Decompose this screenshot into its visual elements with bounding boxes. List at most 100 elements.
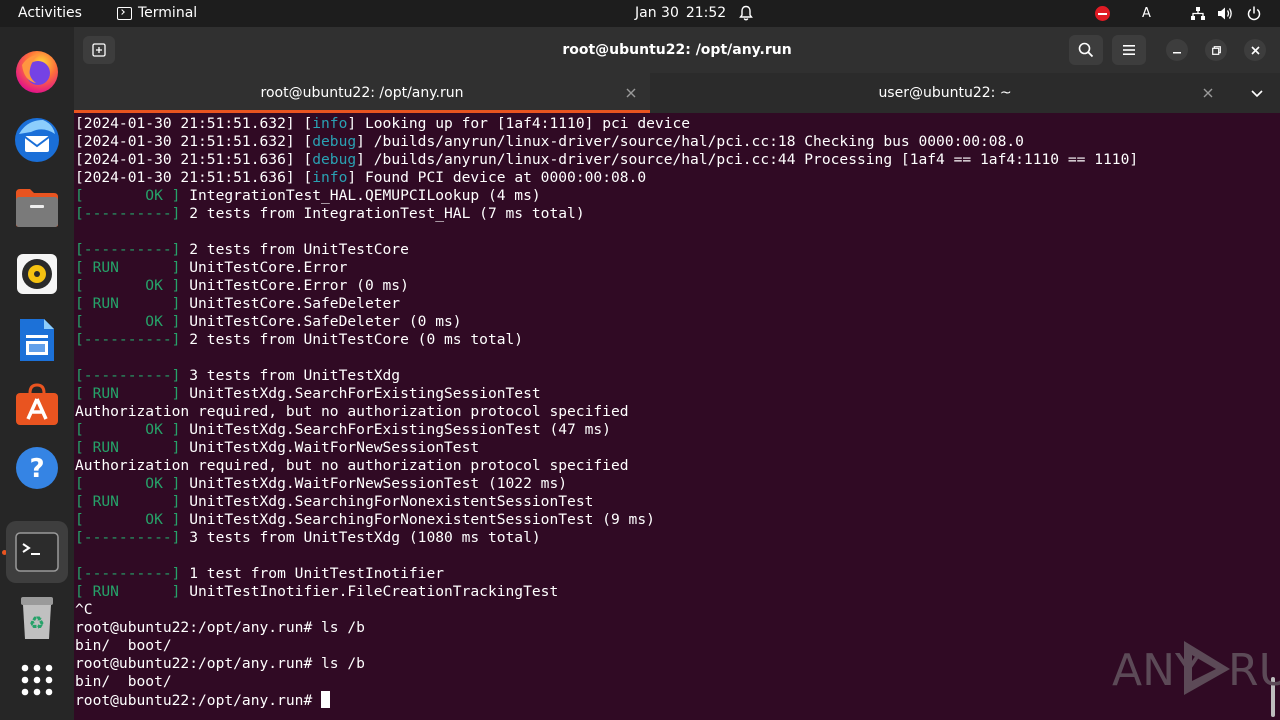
tab-root-terminal[interactable]: root@ubuntu22: /opt/any.run [74,73,650,113]
line-text: 1 test from UnitTestInotifier [180,565,445,582]
minimize-icon [1173,52,1181,54]
network-icon[interactable] [1190,5,1206,22]
search-button[interactable] [1069,35,1103,65]
search-icon [1078,42,1094,58]
test-status-tag: [----------] [75,241,181,258]
test-status-tag: [ RUN ] [75,295,181,312]
activities-button[interactable]: Activities [18,0,82,27]
dock-terminal[interactable] [6,521,68,583]
clock[interactable]: Jan 30 21:52 [635,0,726,27]
app-menu[interactable]: Terminal [117,0,197,27]
line-text: UnitTestXdg.WaitForNewSessionTest (1022 … [180,475,568,492]
test-status-tag: [ RUN ] [75,493,181,510]
terminal-output[interactable]: [2024-01-30 21:51:51.632] [info] Looking… [75,115,1265,720]
tab-user-terminal[interactable]: user@ubuntu22: ~ [650,73,1240,113]
dock-ubuntu-software[interactable] [6,373,68,435]
header-bar[interactable]: root@ubuntu22: /opt/any.run [74,27,1280,73]
firefox-icon [16,51,58,93]
anyrun-watermark: ANY RUN [1112,641,1280,696]
play-logo-icon [1184,641,1230,695]
test-status-tag: [ OK ] [75,511,181,528]
log-level: debug [312,151,357,168]
app-menu-label: Terminal [138,5,198,21]
terminal-line: root@ubuntu22:/opt/any.run# ls /b [75,655,1265,673]
svg-text:?: ? [29,454,44,484]
test-status-tag: [ RUN ] [75,385,181,402]
bell-icon[interactable] [738,5,754,21]
tab-label: user@ubuntu22: ~ [878,85,1012,101]
text-cursor [321,691,331,708]
dock-rhythmbox[interactable] [6,243,68,305]
dock-show-applications[interactable] [6,649,68,711]
dock-libreoffice-writer[interactable] [6,309,68,371]
menu-button[interactable] [1112,35,1146,65]
trash-icon: ♻ [21,597,53,639]
terminal-line: bin/ boot/ [75,673,1265,691]
terminal-line: [ RUN ] UnitTestCore.Error [75,259,1265,277]
line-text: 3 tests from UnitTestXdg [180,367,401,384]
terminal-line: [----------] 3 tests from UnitTestXdg (1… [75,529,1265,547]
tab-close-icon[interactable] [1201,86,1215,100]
terminal-app-icon [117,7,132,20]
chevron-down-icon[interactable] [1250,86,1264,100]
new-tab-button[interactable] [83,36,115,64]
volume-icon[interactable] [1217,5,1233,22]
dock-firefox[interactable] [6,41,68,103]
test-status-tag: [----------] [75,367,181,384]
log-level: info [312,169,348,186]
svg-text:♻: ♻ [29,613,45,634]
line-text: UnitTestCore.SafeDeleter [180,295,401,312]
new-tab-icon [92,43,106,57]
line-text: UnitTestInotifier.FileCreationTrackingTe… [180,583,559,600]
tab-close-icon[interactable] [624,86,638,100]
terminal-line: Authorization required, but no authoriza… [75,403,1265,421]
dock-thunderbird[interactable] [6,109,68,171]
terminal-line: [ RUN ] UnitTestXdg.WaitForNewSessionTes… [75,439,1265,457]
rhythmbox-icon [17,254,57,294]
terminal-line: root@ubuntu22:/opt/any.run# ls /b [75,619,1265,637]
test-status-tag: [ RUN ] [75,583,181,600]
log-timestamp: [2024-01-30 21:51:51.636] [ [75,151,313,168]
restore-icon [1211,45,1221,55]
dock-trash[interactable]: ♻ [6,587,68,649]
line-text: 2 tests from UnitTestCore [180,241,409,258]
test-status-tag: [ OK ] [75,187,181,204]
test-status-tag: [ OK ] [75,421,181,438]
log-level: info [312,115,348,132]
close-window-button[interactable] [1244,39,1266,61]
dock-help[interactable]: ? [6,437,68,499]
terminal-line: bin/ boot/ [75,637,1265,655]
top-bar: Activities Terminal Jan 30 21:52 A [0,0,1280,27]
line-text: UnitTestCore.SafeDeleter (0 ms) [180,313,462,330]
keyboard-layout-indicator[interactable]: A [1142,0,1151,21]
line-text: UnitTestXdg.SearchForExistingSessionTest [180,385,541,402]
software-icon [16,383,58,425]
clock-date: Jan 30 [635,5,679,21]
power-icon[interactable] [1246,5,1262,22]
terminal-line: [----------] 1 test from UnitTestInotifi… [75,565,1265,583]
terminal-window: root@ubuntu22: /opt/any.run root@ubuntu2… [74,27,1280,720]
terminal-line: [ OK ] UnitTestXdg.SearchingForNonexiste… [75,511,1265,529]
log-timestamp: [2024-01-30 21:51:51.636] [ [75,169,313,186]
line-text: ] Looking up for [1af4:1110] pci device [347,115,691,132]
watermark-right-text: RUN [1228,645,1280,696]
line-text: IntegrationTest_HAL.QEMUPCILookup (4 ms) [180,187,541,204]
maximize-button[interactable] [1205,39,1227,61]
terminal-line: [ OK ] UnitTestXdg.WaitForNewSessionTest… [75,475,1265,493]
terminal-line: [ OK ] UnitTestXdg.SearchForExistingSess… [75,421,1265,439]
test-status-tag: [----------] [75,331,181,348]
line-text: UnitTestXdg.SearchingForNonexistentSessi… [180,511,655,528]
terminal-icon [15,532,59,572]
line-text: UnitTestXdg.SearchForExistingSessionTest… [180,421,611,438]
test-status-tag: [----------] [75,565,181,582]
terminal-line: [2024-01-30 21:51:51.632] [debug] /build… [75,133,1265,151]
terminal-line: [2024-01-30 21:51:51.632] [info] Looking… [75,115,1265,133]
minimize-button[interactable] [1166,39,1188,61]
recording-indicator-icon[interactable] [1095,6,1110,21]
test-status-tag: [ RUN ] [75,439,181,456]
dock-files[interactable] [6,177,68,239]
line-text: bin/ boot/ [75,673,172,690]
